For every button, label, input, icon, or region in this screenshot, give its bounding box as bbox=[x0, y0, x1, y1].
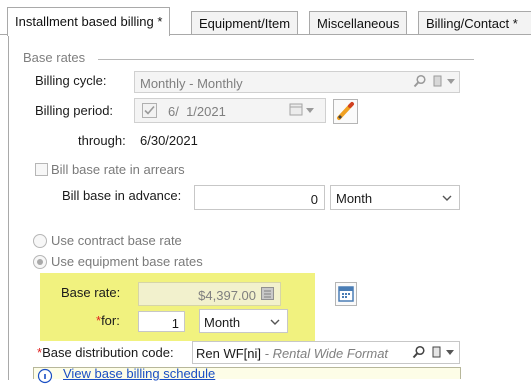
distribution-description: - Rental Wide Format bbox=[261, 346, 389, 361]
tab-installment-billing[interactable]: Installment based billing * bbox=[7, 7, 171, 36]
view-schedule-link[interactable]: View base billing schedule bbox=[63, 366, 215, 381]
billing-cycle-label: Billing cycle: bbox=[35, 73, 107, 88]
search-icon[interactable] bbox=[412, 345, 426, 359]
calendar-icon bbox=[338, 286, 354, 302]
use-contract-radio[interactable] bbox=[33, 234, 47, 248]
tab-label: Miscellaneous bbox=[317, 16, 400, 31]
advance-label: Bill base in advance: bbox=[62, 188, 182, 203]
through-label: through: bbox=[78, 133, 126, 148]
for-value: 1 bbox=[171, 316, 179, 331]
tab-miscellaneous[interactable]: Miscellaneous bbox=[309, 11, 408, 34]
arrears-label: Bill base rate in arrears bbox=[51, 162, 185, 177]
lookup-icon[interactable] bbox=[432, 75, 444, 87]
search-icon[interactable] bbox=[413, 74, 427, 88]
billing-period-checkbox[interactable] bbox=[142, 103, 157, 118]
base-rate-label: Base rate: bbox=[61, 285, 121, 300]
chevron-down-icon bbox=[270, 319, 280, 325]
use-equipment-label: Use equipment base rates bbox=[51, 254, 203, 269]
tab-bar: Installment based billing * Equipment/It… bbox=[0, 0, 531, 36]
billing-cycle-field[interactable]: Monthly - Monthly bbox=[134, 71, 460, 93]
tab-label: Installment based billing * bbox=[15, 14, 163, 29]
for-label: *for: bbox=[96, 313, 120, 328]
arrears-checkbox[interactable] bbox=[35, 163, 48, 176]
chevron-down-icon[interactable] bbox=[447, 79, 455, 84]
tab-label: Billing/Contact * bbox=[426, 16, 518, 31]
advance-value: 0 bbox=[310, 192, 318, 207]
tab-equipment-item[interactable]: Equipment/Item bbox=[191, 11, 299, 34]
use-equipment-radio[interactable] bbox=[33, 255, 47, 269]
for-input[interactable]: 1 bbox=[138, 311, 185, 332]
billing-cycle-value: Monthly - Monthly bbox=[140, 76, 243, 91]
tab-billing-contact[interactable]: Billing/Contact * bbox=[418, 11, 531, 34]
distribution-code: Ren WF[ni] bbox=[196, 346, 262, 361]
info-icon bbox=[37, 368, 53, 384]
distribution-label-text: Base distribution code: bbox=[42, 345, 174, 360]
chevron-down-icon bbox=[442, 195, 452, 201]
edit-pencil-icon bbox=[337, 102, 354, 120]
edit-period-button[interactable] bbox=[333, 99, 358, 124]
billing-period-value: 6/ 1/2021 bbox=[168, 104, 226, 119]
advance-unit-select[interactable]: Month bbox=[330, 185, 460, 210]
lookup-icon[interactable] bbox=[431, 346, 443, 358]
for-unit-value: Month bbox=[204, 315, 241, 330]
use-contract-label: Use contract base rate bbox=[51, 233, 182, 248]
chevron-down-icon[interactable] bbox=[446, 350, 454, 355]
group-title-base-rates: Base rates bbox=[23, 50, 86, 65]
for-unit-select[interactable]: Month bbox=[199, 309, 288, 333]
billing-period-label: Billing period: bbox=[35, 103, 114, 118]
advance-unit-value: Month bbox=[336, 191, 373, 206]
calendar-icon[interactable] bbox=[289, 103, 303, 116]
calculator-icon[interactable] bbox=[261, 287, 274, 300]
group-divider bbox=[98, 59, 474, 60]
chevron-down-icon[interactable] bbox=[306, 108, 314, 113]
through-value: 6/30/2021 bbox=[140, 133, 198, 148]
tab-label: Equipment/Item bbox=[199, 16, 291, 31]
advance-input[interactable]: 0 bbox=[194, 185, 325, 210]
base-rate-value: $4,397.00 bbox=[198, 288, 256, 303]
for-label-text: for: bbox=[101, 313, 120, 328]
schedule-calendar-button[interactable] bbox=[335, 282, 357, 306]
base-rate-field[interactable]: $4,397.00 bbox=[138, 282, 281, 306]
distribution-label: *Base distribution code: bbox=[37, 345, 174, 360]
